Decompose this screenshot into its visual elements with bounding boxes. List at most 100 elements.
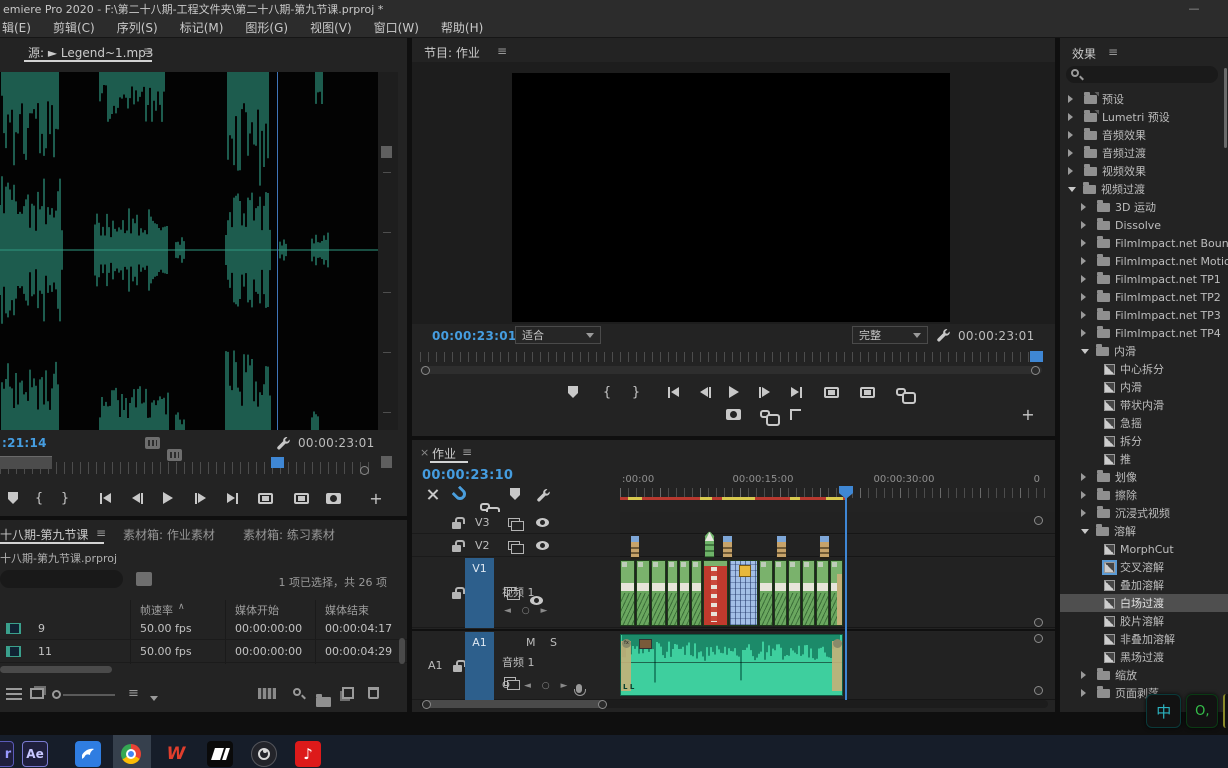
- effect-item[interactable]: 带状内滑: [1060, 396, 1228, 414]
- menu-item[interactable]: 序列(S): [106, 19, 169, 37]
- sync-lock-icon[interactable]: [507, 518, 524, 531]
- effect-folder[interactable]: 视频过渡: [1060, 180, 1228, 198]
- source-playhead-grip[interactable]: [271, 457, 284, 468]
- zoom-slider-handle[interactable]: [52, 690, 61, 699]
- track-v1-badge[interactable]: V1: [465, 558, 494, 628]
- track-v1-name[interactable]: 视频 1: [502, 584, 535, 600]
- step-back-button[interactable]: [126, 488, 150, 508]
- chevron-right-icon[interactable]: [1081, 329, 1090, 337]
- program-scrollbar-right-handle[interactable]: [1031, 366, 1040, 375]
- delete-button[interactable]: [368, 687, 379, 699]
- timeline-vscroll-handle[interactable]: [1034, 634, 1043, 643]
- taskbar-netease-music-icon[interactable]: ♪: [295, 741, 321, 767]
- column-media-start[interactable]: 媒体开始: [235, 602, 279, 618]
- lock-icon[interactable]: [452, 516, 465, 529]
- program-mark-out-button[interactable]: }: [625, 382, 647, 402]
- program-scrollbar-left-handle[interactable]: [421, 366, 430, 375]
- program-scrollbar[interactable]: [420, 366, 1042, 374]
- zoom-handle-top[interactable]: [381, 146, 392, 158]
- chevron-right-icon[interactable]: [1068, 149, 1077, 157]
- program-export-frame-button[interactable]: [720, 404, 746, 424]
- program-play-button[interactable]: [722, 382, 746, 402]
- effect-folder[interactable]: FilmImpact.net Bounce Pa: [1060, 234, 1228, 252]
- program-go-to-out-button[interactable]: [784, 382, 810, 402]
- effect-folder[interactable]: FilmImpact.net TP1: [1060, 270, 1228, 288]
- program-step-back-button[interactable]: [694, 382, 718, 402]
- menu-item[interactable]: 图形(G): [234, 19, 299, 37]
- keyframe-nav-arrows[interactable]: ◄ ○ ►: [524, 681, 571, 691]
- effect-item[interactable]: 白场过渡: [1060, 594, 1228, 612]
- menu-item[interactable]: 视图(V): [299, 19, 363, 37]
- keyframe-nav-arrows[interactable]: ◄ ○ ►: [504, 606, 551, 616]
- effect-item[interactable]: 非叠加溶解: [1060, 630, 1228, 648]
- playback-resolution-dropdown[interactable]: 完整: [852, 326, 928, 344]
- chevron-right-icon[interactable]: [1081, 203, 1090, 211]
- insert-button[interactable]: [252, 488, 278, 508]
- source-position-timecode[interactable]: :21:14: [2, 436, 47, 450]
- effects-search-input[interactable]: [1066, 66, 1218, 83]
- extract-button[interactable]: [854, 382, 880, 402]
- effect-folder[interactable]: FilmImpact.net TP4: [1060, 324, 1228, 342]
- project-hscrollbar[interactable]: [0, 666, 112, 673]
- effect-item[interactable]: 交叉溶解: [1060, 558, 1228, 576]
- effect-item[interactable]: 中心拆分: [1060, 360, 1228, 378]
- chevron-right-icon[interactable]: [1081, 257, 1090, 265]
- effect-folder[interactable]: 划像: [1060, 468, 1228, 486]
- chevron-right-icon[interactable]: [1081, 491, 1090, 499]
- effect-item[interactable]: 推: [1060, 450, 1228, 468]
- track-a1-name[interactable]: 音频 1: [502, 654, 535, 670]
- effect-folder[interactable]: 3D 运动: [1060, 198, 1228, 216]
- find-button[interactable]: [293, 688, 301, 696]
- tab-source[interactable]: 源: ► Legend~1.mp3: [28, 44, 153, 61]
- taskbar-after-effects-icon[interactable]: Ae: [22, 741, 48, 767]
- program-add-marker-button[interactable]: [562, 382, 584, 402]
- effect-folder[interactable]: FilmImpact.net TP3: [1060, 306, 1228, 324]
- waveform-display-toggle-icon[interactable]: [167, 449, 182, 461]
- effect-item[interactable]: MorphCut: [1060, 540, 1228, 558]
- effect-item[interactable]: 拆分: [1060, 432, 1228, 450]
- ime-partial-button[interactable]: [1223, 694, 1228, 728]
- taskbar-capcut-icon[interactable]: [207, 741, 233, 767]
- source-waveform-display[interactable]: [0, 72, 378, 430]
- timeline-vscroll-handle[interactable]: [1034, 618, 1043, 627]
- timeline-vscroll-handle[interactable]: [1034, 516, 1043, 525]
- program-video-frame[interactable]: [512, 73, 950, 322]
- effect-item[interactable]: 内滑: [1060, 378, 1228, 396]
- project-panel-menu-icon[interactable]: ≡: [96, 526, 106, 540]
- effect-folder[interactable]: 溶解: [1060, 522, 1228, 540]
- voiceover-mic-icon[interactable]: [574, 684, 586, 696]
- audio-clip[interactable]: fx L L: [620, 634, 843, 696]
- go-to-out-button[interactable]: [220, 488, 246, 508]
- track-a1-badge[interactable]: A1: [465, 632, 494, 700]
- chevron-right-icon[interactable]: [1081, 509, 1090, 517]
- project-item-row[interactable]: 9 50.00 fps 00:00:00:00 00:00:04:17: [0, 618, 407, 640]
- effect-folder[interactable]: 内滑: [1060, 342, 1228, 360]
- tab-bin-homework[interactable]: 素材箱: 作业素材: [123, 526, 215, 543]
- effect-item[interactable]: 胶片溶解: [1060, 612, 1228, 630]
- effect-folder[interactable]: 视频效果: [1060, 162, 1228, 180]
- clip-fade-handle-right[interactable]: [832, 641, 842, 691]
- lock-icon[interactable]: [452, 539, 465, 552]
- program-mark-in-button[interactable]: {: [596, 382, 618, 402]
- tab-effects[interactable]: 效果: [1072, 45, 1096, 62]
- project-vscrollbar[interactable]: [399, 638, 405, 664]
- select-zoom-level-icon[interactable]: [145, 437, 160, 449]
- effect-folder[interactable]: FilmImpact.net Motion Tw: [1060, 252, 1228, 270]
- source-scrubber-ticks[interactable]: [0, 462, 370, 474]
- effect-folder[interactable]: 擦除: [1060, 486, 1228, 504]
- chevron-right-icon[interactable]: [1081, 671, 1090, 679]
- timeline-zoom-left-handle[interactable]: [422, 700, 431, 709]
- list-view-button[interactable]: [6, 688, 22, 700]
- effect-folder[interactable]: 预设: [1060, 90, 1228, 108]
- effect-folder[interactable]: 音频过渡: [1060, 144, 1228, 162]
- mute-button[interactable]: M: [526, 636, 536, 649]
- chevron-down-icon[interactable]: [1068, 186, 1076, 196]
- play-button[interactable]: [156, 488, 180, 508]
- source-scrollbar-end-handle[interactable]: [360, 466, 369, 475]
- icon-view-button[interactable]: [30, 688, 44, 699]
- chevron-right-icon[interactable]: [1081, 293, 1090, 301]
- new-item-button[interactable]: [342, 687, 354, 699]
- project-search-input[interactable]: [0, 570, 123, 588]
- track-v3-label[interactable]: V3: [475, 516, 490, 529]
- effect-folder[interactable]: Lumetri 预设: [1060, 108, 1228, 126]
